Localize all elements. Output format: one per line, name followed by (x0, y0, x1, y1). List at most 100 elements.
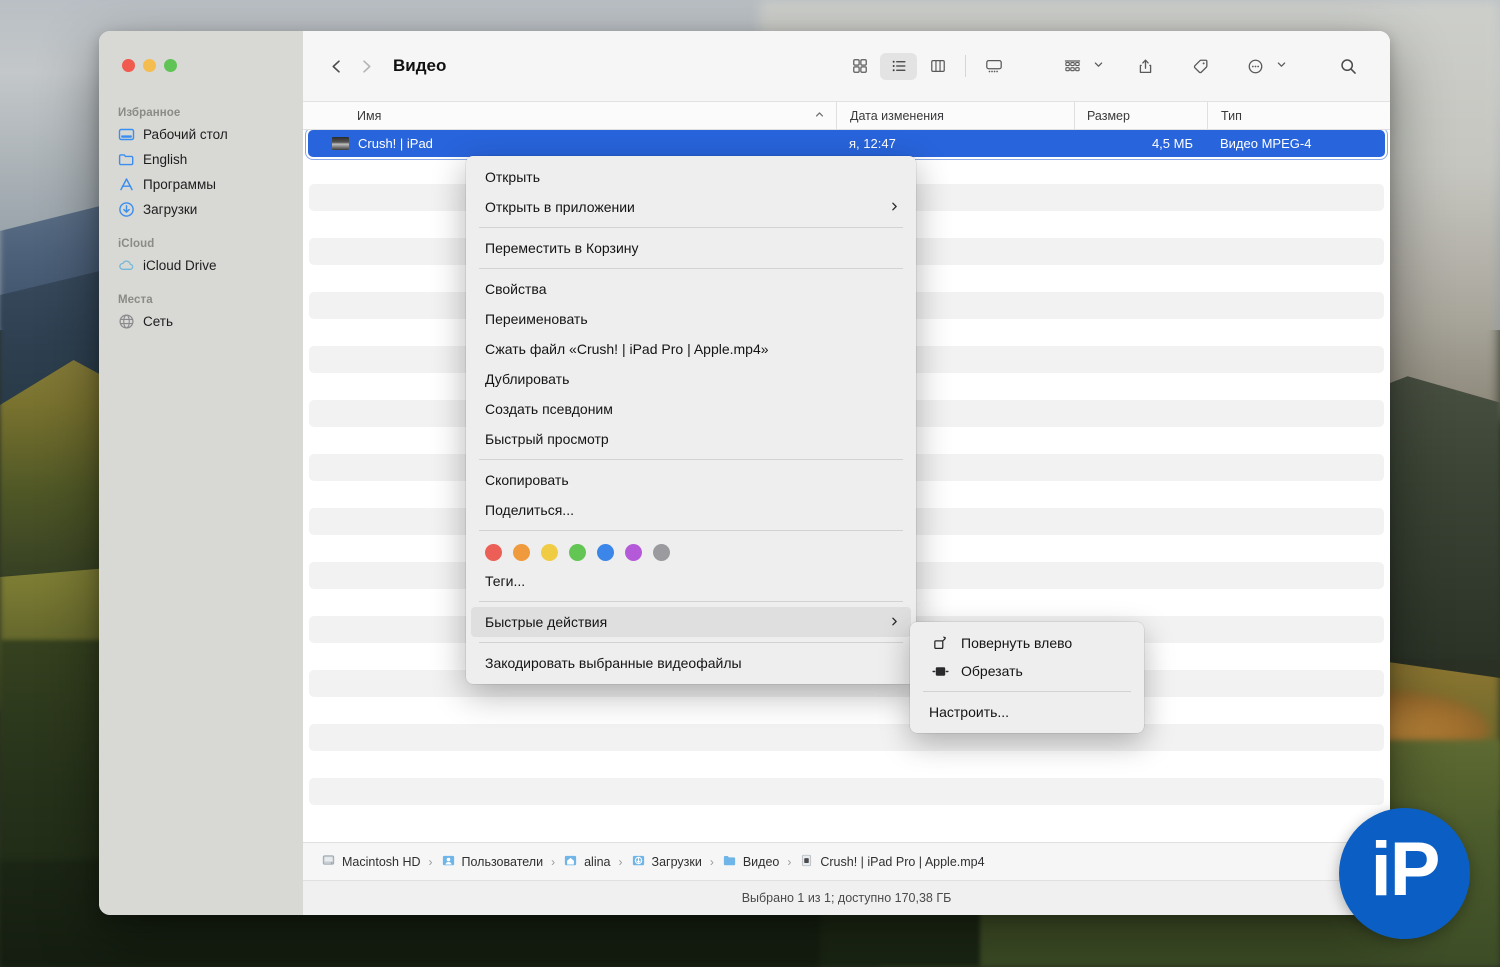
file-type-cell: Видео MPEG-4 (1207, 136, 1385, 151)
group-by-button[interactable] (1054, 53, 1091, 80)
hard-drive-icon (321, 853, 336, 871)
desktop-icon (118, 126, 135, 143)
sidebar-item-label: Рабочий стол (143, 127, 228, 142)
menu-item-move-to-trash[interactable]: Переместить в Корзину (466, 233, 916, 263)
sidebar-section-favorites: Избранное (99, 107, 303, 122)
sidebar-item-network[interactable]: Сеть (99, 309, 303, 334)
submenu-separator (923, 691, 1131, 692)
cloud-icon (118, 257, 135, 274)
menu-item-open[interactable]: Открыть (466, 162, 916, 192)
menu-item-rename[interactable]: Переименовать (466, 304, 916, 334)
chevron-down-icon[interactable] (1093, 57, 1104, 75)
status-bar: Выбрано 1 из 1; доступно 170,38 ГБ (303, 880, 1390, 915)
breadcrumb-item-macintosh-hd[interactable]: Macintosh HD (321, 853, 421, 871)
video-thumbnail-icon (332, 137, 349, 150)
tag-icon[interactable] (1182, 53, 1219, 80)
view-grid-button[interactable] (841, 53, 878, 80)
breadcrumb-separator: › (551, 855, 555, 869)
submenu-item-customize[interactable]: Настроить... (910, 698, 1144, 726)
tag-dot-yellow[interactable] (541, 544, 558, 561)
column-header-type-label: Тип (1221, 109, 1242, 123)
network-globe-icon (118, 313, 135, 330)
menu-item-get-info[interactable]: Свойства (466, 274, 916, 304)
breadcrumb-item-downloads[interactable]: Загрузки (631, 853, 702, 871)
tag-dot-red[interactable] (485, 544, 502, 561)
tag-dot-orange[interactable] (513, 544, 530, 561)
breadcrumb-item-file[interactable]: Crush! | iPad Pro | Apple.mp4 (799, 853, 984, 871)
sidebar-item-label: iCloud Drive (143, 258, 217, 273)
home-folder-icon (563, 853, 578, 871)
column-header-name[interactable]: Имя (303, 102, 836, 130)
list-stripe (309, 778, 1384, 805)
close-button[interactable] (122, 59, 135, 72)
menu-item-label: Закодировать выбранные видеофайлы (485, 655, 742, 671)
nav-forward-button[interactable] (351, 51, 381, 81)
view-gallery-button[interactable] (975, 53, 1012, 80)
breadcrumb-item-users[interactable]: Пользователи (441, 853, 544, 871)
column-header-date[interactable]: Дата изменения (836, 102, 1074, 130)
tag-dot-purple[interactable] (625, 544, 642, 561)
menu-item-label: Сжать файл «Crush! | iPad Pro | Apple.mp… (485, 341, 769, 357)
menu-item-label: Быстрый просмотр (485, 431, 609, 447)
tag-dot-gray[interactable] (653, 544, 670, 561)
sidebar-item-label: English (143, 152, 187, 167)
sidebar-item-applications[interactable]: Программы (99, 172, 303, 197)
ellipsis-circle-icon[interactable] (1237, 53, 1274, 80)
submenu-item-trim[interactable]: Обрезать (910, 657, 1144, 685)
column-header-size[interactable]: Размер (1074, 102, 1207, 130)
menu-item-quick-look[interactable]: Быстрый просмотр (466, 424, 916, 454)
more-actions-group[interactable] (1236, 53, 1287, 80)
folder-icon (722, 853, 737, 871)
column-header-type[interactable]: Тип (1207, 102, 1390, 130)
rotate-left-icon (930, 634, 950, 652)
maximize-button[interactable] (164, 59, 177, 72)
submenu-item-rotate-left[interactable]: Повернуть влево (910, 629, 1144, 657)
sidebar-section-locations: Места (99, 294, 303, 309)
nav-back-button[interactable] (321, 51, 351, 81)
sidebar-item-label: Загрузки (143, 202, 197, 217)
sidebar-item-downloads[interactable]: Загрузки (99, 197, 303, 222)
table-row[interactable]: Crush! | iPad я, 12:47 4,5 МБ Видео MPEG… (308, 130, 1385, 157)
menu-item-share[interactable]: Поделиться... (466, 495, 916, 525)
menu-separator (479, 459, 903, 460)
breadcrumb-item-alina[interactable]: alina (563, 853, 610, 871)
chevron-down-icon[interactable] (1276, 57, 1287, 75)
tag-color-row (466, 536, 916, 566)
menu-item-quick-actions[interactable]: Быстрые действия (471, 607, 911, 637)
applications-icon (118, 176, 135, 193)
file-name-label: Crush! | iPad (358, 136, 433, 151)
menu-item-tags[interactable]: Теги... (466, 566, 916, 596)
search-icon[interactable] (1330, 53, 1367, 80)
view-list-button[interactable] (880, 53, 917, 80)
menu-item-open-with[interactable]: Открыть в приложении (466, 192, 916, 222)
sidebar-item-label: Сеть (143, 314, 173, 329)
tag-dot-green[interactable] (569, 544, 586, 561)
sidebar-item-icloud-drive[interactable]: iCloud Drive (99, 253, 303, 278)
sidebar-item-desktop[interactable]: Рабочий стол (99, 122, 303, 147)
column-header-row: Имя Дата изменения Размер Тип (303, 102, 1390, 130)
sidebar-item-english[interactable]: English (99, 147, 303, 172)
menu-item-copy[interactable]: Скопировать (466, 465, 916, 495)
menu-item-compress[interactable]: Сжать файл «Crush! | iPad Pro | Apple.mp… (466, 334, 916, 364)
watermark-logo: iP (1339, 808, 1470, 939)
status-text: Выбрано 1 из 1; доступно 170,38 ГБ (742, 891, 952, 905)
window-title: Видео (393, 56, 446, 76)
file-name-cell: Crush! | iPad (308, 136, 836, 151)
minimize-button[interactable] (143, 59, 156, 72)
downloads-icon (118, 201, 135, 218)
column-header-name-label: Имя (357, 109, 381, 123)
group-by-group[interactable] (1053, 53, 1104, 80)
video-file-icon (799, 853, 814, 871)
share-button[interactable] (1127, 53, 1164, 80)
menu-item-make-alias[interactable]: Создать псевдоним (466, 394, 916, 424)
breadcrumb-separator: › (710, 855, 714, 869)
view-column-button[interactable] (919, 53, 956, 80)
breadcrumb-item-video[interactable]: Видео (722, 853, 780, 871)
submenu-item-label: Обрезать (961, 663, 1023, 679)
menu-item-duplicate[interactable]: Дублировать (466, 364, 916, 394)
watermark-text: iP (1371, 832, 1439, 908)
menu-item-encode-video[interactable]: Закодировать выбранные видеофайлы (466, 648, 916, 678)
view-mode-group (840, 53, 1013, 80)
tag-dot-blue[interactable] (597, 544, 614, 561)
folder-icon (118, 151, 135, 168)
